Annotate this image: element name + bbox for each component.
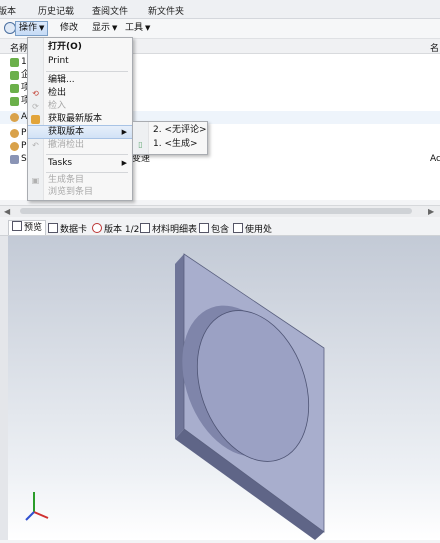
checkout-icon: ⟲ — [32, 89, 39, 98]
menu-item-print[interactable]: Print — [28, 55, 132, 68]
green-doc-icon — [10, 97, 19, 106]
menu-item-tasks[interactable]: Tasks ▶ — [28, 157, 132, 170]
menu-item-browse: 浏览到条目 — [48, 187, 94, 197]
model-render — [25, 253, 325, 540]
menu-item-undo-checkout: ↶ 撤消检出 — [32, 140, 85, 150]
menu-display-button[interactable]: 显示 ▼ — [89, 22, 120, 35]
tab-preview[interactable]: 预览 — [8, 220, 47, 235]
part-icon — [10, 113, 19, 122]
contains-icon — [199, 223, 209, 233]
assembly-icon — [10, 155, 19, 164]
tab-new-folder[interactable]: 新文件夹 — [148, 4, 184, 17]
toolbar: 操作 ▼ 修改 显示 ▼ 工具 ▼ — [0, 19, 440, 39]
scroll-left-icon[interactable]: ◀ — [4, 207, 10, 216]
version-submenu: 2. <无评论> ▯ 1. <生成> — [132, 121, 208, 155]
submenu-item-version-1[interactable]: ▯ 1. <生成> — [133, 138, 207, 151]
part-icon — [10, 142, 19, 151]
version-doc-icon: ▯ — [138, 140, 143, 149]
get-latest-icon — [31, 115, 40, 124]
preview-icon — [12, 221, 22, 231]
chevron-down-icon: ▼ — [112, 24, 118, 32]
tab-bom[interactable]: 材料明细表 — [140, 222, 197, 235]
version-icon — [92, 223, 102, 233]
axis-x-icon — [33, 511, 49, 519]
checkin-icon: ⟳ — [32, 102, 39, 111]
menu-separator — [46, 172, 128, 173]
column-name-header[interactable]: 名称 — [10, 41, 28, 54]
tab-view-file[interactable]: 查阅文件 — [92, 4, 128, 17]
plate-left-side — [175, 254, 184, 439]
data-card-icon — [48, 223, 58, 233]
tab-history[interactable]: 历史记载 — [38, 4, 74, 17]
green-doc-icon — [10, 71, 19, 80]
tab-version[interactable]: 版本 1/2 — [92, 222, 139, 235]
axis-z-icon — [25, 511, 35, 521]
menu-operate-button[interactable]: 操作 ▼ — [15, 21, 49, 36]
submenu-arrow-icon: ▶ — [121, 159, 127, 167]
tab-version[interactable]: 版本 — [0, 4, 16, 17]
undo-checkout-icon: ↶ — [32, 141, 39, 150]
tab-data-card[interactable]: 数据卡 — [48, 222, 87, 235]
scrollbar-thumb[interactable] — [20, 208, 412, 214]
green-doc-icon — [10, 58, 19, 67]
menu-separator — [46, 71, 128, 72]
submenu-arrow-icon: ▶ — [121, 128, 127, 136]
generate-icon: ▣ — [31, 176, 40, 185]
menu-modify-button[interactable]: 修改 — [57, 22, 81, 35]
tab-where-used[interactable]: 使用处 — [233, 222, 272, 235]
part-icon — [10, 129, 19, 138]
tab-contains[interactable]: 包含 — [199, 222, 229, 235]
where-used-icon — [233, 223, 243, 233]
bom-icon — [140, 223, 150, 233]
menu-item-checkin: ⟳ 检入 — [32, 101, 67, 111]
chevron-down-icon: ▼ — [39, 24, 45, 32]
green-doc-icon — [10, 84, 19, 93]
top-tab-strip: 版本 历史记载 查阅文件 新文件夹 — [0, 0, 440, 19]
menu-tools-button[interactable]: 工具 ▼ — [122, 22, 153, 35]
model-preview-viewport[interactable] — [8, 236, 440, 540]
menu-item-get-version[interactable]: 获取版本 ▶ — [28, 125, 132, 139]
preview-tab-bar: 预览 数据卡 版本 1/2 材料明细表 包含 使用处 — [0, 219, 440, 236]
menu-separator — [46, 154, 128, 155]
list-item-right: Ac — [430, 154, 440, 164]
menu-item-open[interactable]: 打开(O) — [28, 41, 132, 54]
submenu-item-version-2[interactable]: 2. <无评论> — [133, 124, 207, 137]
horizontal-scrollbar[interactable]: ◀ ▶ — [0, 205, 440, 217]
chevron-down-icon: ▼ — [145, 24, 151, 32]
operate-dropdown-menu: 打开(O) Print 编辑... ⟲ 检出 ⟳ 检入 获取最新版本 获取版本 … — [27, 37, 133, 201]
scroll-right-icon[interactable]: ▶ — [428, 207, 434, 216]
menu-item-checkout[interactable]: ⟲ 检出 — [28, 87, 132, 100]
menu-item-edit[interactable]: 编辑... — [28, 74, 132, 87]
column-right-header[interactable]: 名 — [430, 41, 439, 54]
